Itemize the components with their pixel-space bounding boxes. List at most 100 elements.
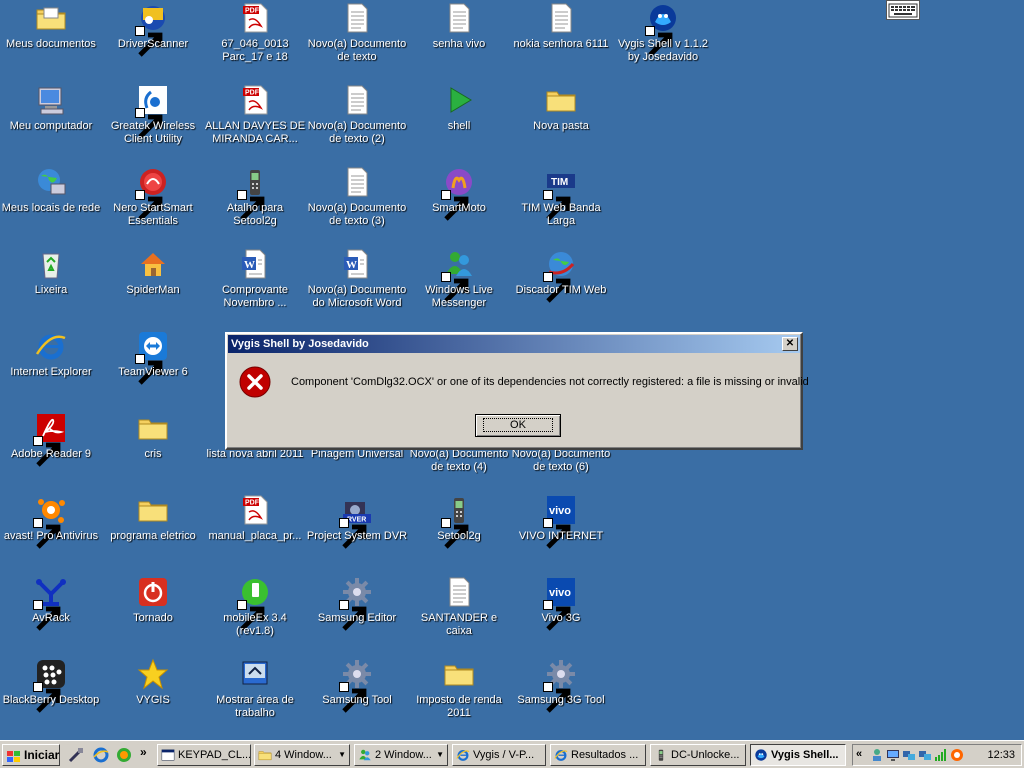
svg-text:PDF: PDF	[245, 8, 260, 15]
desktop-icon[interactable]: Meu computador	[0, 82, 102, 162]
desktop-icon[interactable]: RVER Project System DVR	[306, 492, 408, 572]
avast-icon	[33, 494, 67, 549]
house-icon	[137, 248, 169, 280]
taskbar-button-label: KEYPAD_CL...	[178, 749, 251, 761]
desktop-icon[interactable]: vivo Vivo 3G	[510, 574, 612, 654]
vivo-icon: vivo	[543, 576, 577, 631]
taskbar-button[interactable]: KEYPAD_CL...	[157, 744, 251, 766]
desktop-icon[interactable]: Internet Explorer	[0, 328, 102, 408]
desktop-icon[interactable]: Samsung Editor	[306, 574, 408, 654]
desktop-icon[interactable]: Meus documentos	[0, 0, 102, 80]
desktop-icon[interactable]: Vygis Shell v 1.1.2 by Josedavido	[612, 0, 714, 80]
start-label: Iniciar	[24, 748, 60, 762]
tray-signal-icon[interactable]	[934, 748, 948, 762]
taskbar-button[interactable]: DC-Unlocke...	[650, 744, 746, 766]
tray-clock[interactable]: 12:33	[987, 749, 1015, 761]
desktop-icon[interactable]: W Comprovante Novembro ...	[204, 246, 306, 326]
quick-launch-more-button[interactable]: »	[140, 745, 156, 761]
taskbar-button[interactable]: Vygis / V-P...	[452, 744, 546, 766]
desktop-icon[interactable]: BlackBerry Desktop	[0, 656, 102, 736]
dialog-title: Vygis Shell by Josedavido	[231, 338, 369, 350]
tray-user-icon[interactable]	[870, 748, 884, 762]
ie-icon	[554, 748, 568, 762]
on-screen-keyboard-icon[interactable]	[886, 0, 920, 20]
globe-icon	[543, 248, 577, 303]
ok-button[interactable]: OK	[475, 414, 561, 437]
desktop-icon[interactable]: nokia senhora 6111	[510, 0, 612, 80]
desktop-icon[interactable]: Setool2g	[408, 492, 510, 572]
desktop-icon[interactable]: Greatek Wireless Client Utility	[102, 82, 204, 162]
desktop-icon[interactable]: Lixeira	[0, 246, 102, 326]
desktop-icon[interactable]: PDF 67_046_0013 Parc_17 e 18	[204, 0, 306, 80]
desktop-icon[interactable]: Imposto de renda 2011	[408, 656, 510, 736]
taskbar-button[interactable]: Vygis Shell...	[750, 744, 846, 766]
desktop-icon-label: Samsung Tool	[322, 694, 392, 706]
desktop-icon[interactable]: SpiderMan	[102, 246, 204, 326]
desktop-icon[interactable]: Meus locais de rede	[0, 164, 102, 244]
desktop-icon[interactable]: Adobe Reader 9	[0, 410, 102, 490]
desktop-icon[interactable]: PDF ALLAN DAVYES DE MIRANDA CAR...	[204, 82, 306, 162]
desktop-icon[interactable]: W Novo(a) Documento do Microsoft Word	[306, 246, 408, 326]
folder-icon	[545, 84, 577, 116]
desktop-icon-label: Imposto de renda 2011	[416, 694, 502, 719]
desktop-icon-label: programa eletrico	[110, 530, 196, 542]
quick-launch-globe-icon[interactable]	[116, 747, 132, 763]
desktop-icon[interactable]: Tornado	[102, 574, 204, 654]
desktop-icon[interactable]: Discador TIM Web	[510, 246, 612, 326]
quick-launch-ie-icon[interactable]	[93, 747, 109, 763]
desktop-icon[interactable]: Windows Live Messenger	[408, 246, 510, 326]
shortcut-arrow-icon	[135, 354, 163, 385]
taskbar-button[interactable]: Resultados ...	[550, 744, 646, 766]
desktop-icon[interactable]: avast! Pro Antivirus	[0, 492, 102, 572]
desktop-icon[interactable]: programa eletrico	[102, 492, 204, 572]
dialog-titlebar[interactable]: Vygis Shell by Josedavido ✕	[228, 335, 800, 353]
desktop-icon[interactable]: Mostrar área de trabalho	[204, 656, 306, 736]
taskbar-button[interactable]: 4 Window... ▼	[254, 744, 350, 766]
desktop-icon[interactable]: Novo(a) Documento de texto (2)	[306, 82, 408, 162]
desktop-icon[interactable]: vivo VIVO INTERNET	[510, 492, 612, 572]
desktop-icon[interactable]: Nero StartSmart Essentials	[102, 164, 204, 244]
taskbar-button[interactable]: 2 Window... ▼	[354, 744, 448, 766]
desktop-icon-label: nokia senhora 6111	[513, 38, 609, 50]
window-icon	[161, 748, 175, 762]
svg-text:W: W	[244, 259, 255, 271]
desktop-icon[interactable]: Nova pasta	[510, 82, 612, 162]
desktop-icon-label: VYGIS	[136, 694, 170, 706]
desktop-icon[interactable]: VYGIS	[102, 656, 204, 736]
pdf-icon: PDF	[239, 84, 271, 116]
quick-launch-usb-icon[interactable]	[68, 747, 84, 763]
desktop-icon-label: Nova pasta	[533, 120, 589, 132]
desktop-icon[interactable]: senha vivo	[408, 0, 510, 80]
tray-expand-button[interactable]: «	[856, 748, 862, 760]
desktop-icon[interactable]: cris	[102, 410, 204, 490]
desktop-icon[interactable]: TIM TIM Web Banda Larga	[510, 164, 612, 244]
blackberry-icon	[33, 658, 67, 713]
error-dialog: Vygis Shell by Josedavido ✕ Component 'C…	[225, 332, 809, 450]
desktop-icon[interactable]: AvRack	[0, 574, 102, 654]
desktop-icon[interactable]: Novo(a) Documento de texto (3)	[306, 164, 408, 244]
desktop-icon-label: mobileEx 3.4 (rev1.8)	[223, 612, 287, 637]
desktop-icon[interactable]: Atalho para Setool2g	[204, 164, 306, 244]
tray-monitor-icon[interactable]	[886, 748, 900, 762]
desktop-icon[interactable]: Samsung 3G Tool	[510, 656, 612, 736]
text-doc-icon	[443, 576, 475, 608]
desktop-icon[interactable]: PDF manual_placa_pr...	[204, 492, 306, 572]
tray-network2-icon[interactable]	[918, 748, 932, 762]
tray-network-icon[interactable]	[902, 748, 916, 762]
tray-security-icon[interactable]	[950, 748, 964, 762]
error-icon	[239, 366, 271, 398]
desktop-icon[interactable]: shell	[408, 82, 510, 162]
start-button[interactable]: Iniciar	[2, 744, 60, 766]
desktop-icon[interactable]: mobileEx 3.4 (rev1.8)	[204, 574, 306, 654]
desktop-icon[interactable]: Samsung Tool	[306, 656, 408, 736]
desktop-icon[interactable]: SANTANDER e caixa	[408, 574, 510, 654]
desktop-icon[interactable]: DriverScanner	[102, 0, 204, 80]
desktop-icon[interactable]: Novo(a) Documento de texto	[306, 0, 408, 80]
desktop-icon[interactable]: SmartMoto	[408, 164, 510, 244]
shortcut-arrow-icon	[543, 682, 571, 713]
recycle-bin-icon	[35, 248, 67, 280]
taskbar-button-label: Resultados ...	[571, 749, 639, 761]
desktop-icon[interactable]: TeamViewer 6	[102, 328, 204, 408]
close-button[interactable]: ✕	[782, 337, 798, 351]
shortcut-arrow-icon	[339, 518, 367, 549]
